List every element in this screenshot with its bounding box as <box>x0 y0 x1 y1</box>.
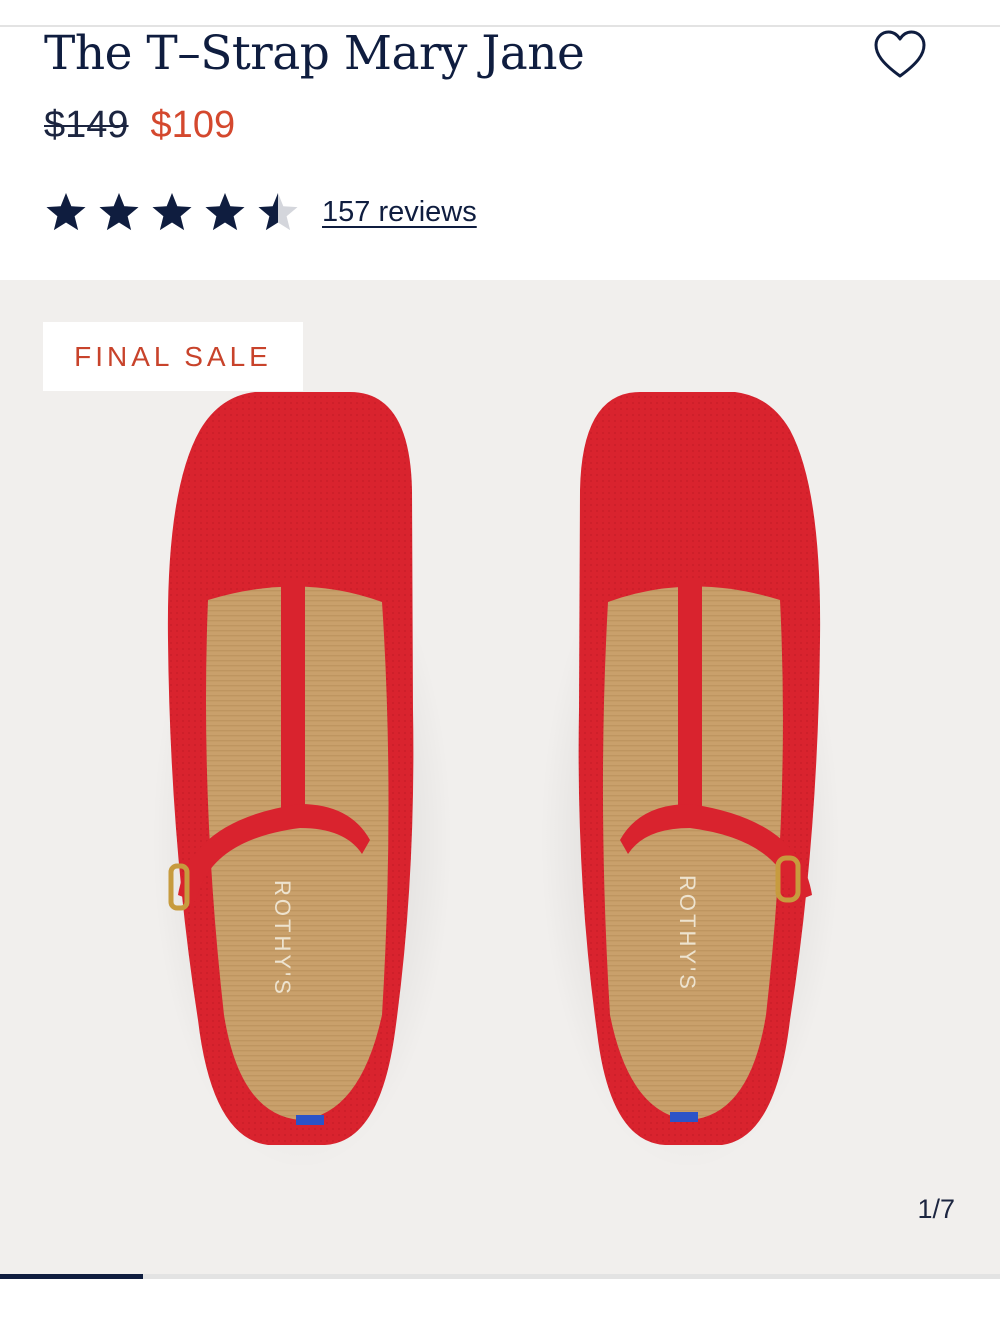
sale-price: $109 <box>150 103 236 146</box>
price-row: $149 $109 <box>44 100 235 150</box>
right-insole-brand: ROTHY'S <box>675 875 700 992</box>
star-icon <box>99 193 139 231</box>
star-icon <box>258 193 298 231</box>
right-shoe: ROTHY'S <box>540 392 840 1170</box>
right-shoe-tab <box>670 1112 698 1122</box>
wishlist-button[interactable] <box>872 28 928 84</box>
reviews-link[interactable]: 157 reviews <box>322 196 477 229</box>
product-gallery[interactable]: ROTHY'S ROTHY'S FINAL SALE 1/7 <box>0 280 1000 1276</box>
left-insole-brand: ROTHY'S <box>270 880 295 997</box>
star-icon <box>46 193 86 231</box>
heart-outline-icon <box>874 30 926 78</box>
product-image[interactable]: ROTHY'S ROTHY'S <box>0 280 1000 1276</box>
left-shoe: ROTHY'S <box>152 392 452 1170</box>
star-rating <box>44 190 300 234</box>
product-title: The T–Strap Mary Jane <box>44 26 585 81</box>
right-shoe-t-strap <box>678 582 702 824</box>
gallery-progress-track <box>0 1274 1000 1279</box>
gallery-progress-fill <box>0 1274 143 1279</box>
star-icon <box>152 193 192 231</box>
original-price: $149 <box>44 103 129 146</box>
final-sale-badge: FINAL SALE <box>43 322 303 391</box>
left-shoe-t-strap <box>281 582 305 824</box>
image-counter: 1/7 <box>917 1194 955 1224</box>
star-icon <box>205 193 245 231</box>
left-shoe-tab <box>296 1115 324 1125</box>
rating-row: 157 reviews <box>44 190 477 234</box>
